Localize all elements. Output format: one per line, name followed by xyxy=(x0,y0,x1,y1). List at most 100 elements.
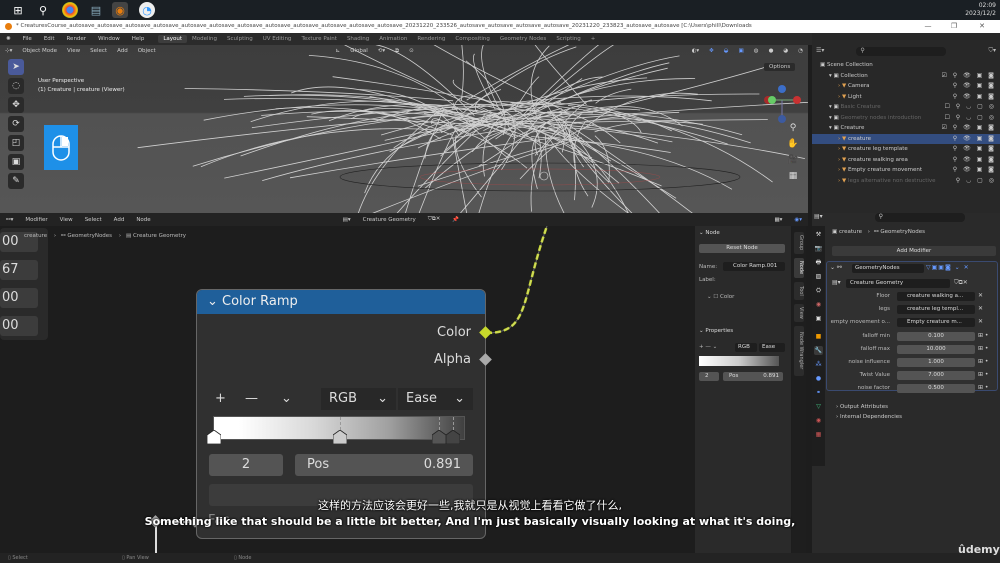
visibility-icon[interactable]: ◐▾ xyxy=(687,48,705,54)
node-group-actions[interactable]: ⛉⧉✕ xyxy=(954,279,968,287)
visibility-toggles[interactable]: ⚲ 👁 ▣ ◙ xyxy=(953,165,996,176)
world-tab-icon[interactable]: ◉ xyxy=(814,300,823,309)
close-button[interactable]: ✕ xyxy=(970,20,994,33)
properties-editor-type-icon[interactable]: ▤▾ xyxy=(814,213,823,220)
rotate-tool-icon[interactable]: ⟳ xyxy=(8,116,24,132)
number-field[interactable]: 0.500 xyxy=(897,384,975,393)
shading-rendered-icon[interactable]: ◔ xyxy=(793,48,808,54)
ramp-menu-button[interactable]: ⌄ xyxy=(281,388,292,410)
maximize-button[interactable]: ❐ xyxy=(942,20,966,33)
texture-tab-icon[interactable]: ▦ xyxy=(814,430,823,439)
transform-orientation-icon[interactable]: ⊾ xyxy=(331,48,346,54)
number-field[interactable]: 7.000 xyxy=(897,371,975,380)
scene-tab-icon[interactable]: ⛭ xyxy=(814,286,823,295)
xray-toggle-icon[interactable]: ▣ xyxy=(734,48,749,54)
node-header[interactable]: ⌄ Color Ramp xyxy=(197,290,485,314)
outliner-row[interactable]: ▾ ▣ Geometry nodes introduction ☐ ⚲ ◡ ▢ ◎ xyxy=(812,113,1000,124)
outliner-row[interactable]: › ▼ Empty creature movement ⚲ 👁 ▣ ◙ xyxy=(812,165,1000,176)
collapse-chevron-icon[interactable]: ⌄ xyxy=(207,294,222,309)
node-menu-add[interactable]: Add xyxy=(108,217,131,223)
perspective-toggle-icon[interactable]: ▦ xyxy=(786,169,800,183)
workspace-tab-layout[interactable]: Layout xyxy=(158,35,188,43)
clear-icon[interactable]: ✕ xyxy=(978,292,983,299)
camera-view-icon[interactable]: 🎥 xyxy=(786,153,800,167)
add-stop-button[interactable]: + xyxy=(215,388,226,410)
active-stop-index-field[interactable]: 2 xyxy=(209,454,283,476)
outliner-row[interactable]: › ▼ creature leg template ⚲ 👁 ▣ ◙ xyxy=(812,144,1000,155)
outliner-row[interactable]: › ▼ Light ⚲ 👁 ▣ ◙ xyxy=(812,92,1000,103)
interpolation-dropdown[interactable]: Ease ⌄ xyxy=(398,388,473,410)
workspace-tab-geometry-nodes[interactable]: Geometry Nodes xyxy=(495,36,551,42)
outliner-display-mode-icon[interactable]: ☰▾ xyxy=(816,47,824,54)
outliner-row[interactable]: ▾ ▣ Creature ☑ ⚲ 👁 ▣ ◙ xyxy=(812,123,1000,134)
viewport-menu-add[interactable]: Add xyxy=(112,48,133,54)
add-modifier-button[interactable]: Add Modifier xyxy=(832,246,996,256)
particles-tab-icon[interactable]: ⁂ xyxy=(814,360,823,369)
annotate-tool-icon[interactable]: ✎ xyxy=(8,173,24,189)
chrome-icon[interactable] xyxy=(62,2,78,18)
color-stop-handle[interactable] xyxy=(206,429,222,445)
shading-material-icon[interactable]: ◕ xyxy=(778,48,793,54)
pivot-icon[interactable]: ⟲▾ xyxy=(373,48,390,54)
outliner-row[interactable]: ▾ ▣ Basic Creature ☐ ⚲ ◡ ▢ ◎ xyxy=(812,102,1000,113)
properties-search-input[interactable]: ⚲ xyxy=(874,213,965,222)
tab-node[interactable]: Node xyxy=(794,258,804,278)
color-ramp-gradient[interactable] xyxy=(206,416,465,445)
workspace-tab-modeling[interactable]: Modeling xyxy=(187,36,222,42)
blender-icon[interactable]: ◉ xyxy=(112,2,128,18)
outliner-row[interactable]: ▾ ▣ Collection ☑ ⚲ 👁 ▣ ◙ xyxy=(812,71,1000,82)
value-field[interactable]: 00 xyxy=(0,316,38,336)
attribute-toggle-icon[interactable]: ⊞ • xyxy=(978,384,988,391)
overlay-icon[interactable]: ▦▾ xyxy=(768,217,788,223)
pin-icon[interactable]: 📌 xyxy=(446,217,465,223)
move-tool-icon[interactable]: ✥ xyxy=(8,97,24,113)
options-dropdown[interactable]: Options xyxy=(764,63,796,71)
menu-file[interactable]: File xyxy=(17,36,38,42)
number-field[interactable]: 10.000 xyxy=(897,345,975,354)
node-group-selector[interactable]: Creature Geometry xyxy=(846,279,950,288)
object-picker-field[interactable]: Empty creature m... xyxy=(897,318,975,327)
viewport-menu-select[interactable]: Select xyxy=(85,48,112,54)
windows-start-icon[interactable]: ⊞ xyxy=(10,2,26,18)
menu-window[interactable]: Window xyxy=(92,36,126,42)
outliner-search-input[interactable]: ⚲ xyxy=(856,47,947,56)
attribute-toggle-icon[interactable]: ⊞ • xyxy=(978,345,988,352)
node-menu-node[interactable]: Node xyxy=(130,217,156,223)
reset-node-button[interactable]: Reset Node xyxy=(699,244,785,253)
outliner-row[interactable]: › ▼ creature walking area ⚲ 👁 ▣ ◙ xyxy=(812,155,1000,166)
outliner-row[interactable]: › ▼ creature ⚲ 👁 ▣ ◙ xyxy=(812,133,1000,145)
tab-tool[interactable]: Tool xyxy=(794,282,804,300)
visibility-toggles[interactable]: ☑ ⚲ 👁 ▣ ◙ xyxy=(941,71,996,82)
tool-tab-icon[interactable]: ⚒ xyxy=(814,230,823,239)
tab-group[interactable]: Group xyxy=(794,232,804,254)
modifier-expand-icon[interactable]: ⌄ ⚯ xyxy=(830,264,842,271)
visibility-toggles[interactable]: ⚲ 👁 ▣ ◙ xyxy=(953,92,996,103)
number-field[interactable]: 0.100 xyxy=(897,332,975,341)
node-menu-view[interactable]: View xyxy=(54,217,79,223)
visibility-toggles[interactable]: ⚲ 👁 ▣ ◙ xyxy=(953,134,996,145)
np-color-ramp[interactable] xyxy=(699,356,779,366)
clear-icon[interactable]: ✕ xyxy=(978,318,983,325)
visibility-toggles[interactable]: ☐ ⚲ ◡ ▢ ◎ xyxy=(944,113,996,124)
minimize-button[interactable]: — xyxy=(916,20,940,33)
color-mode-dropdown[interactable]: RGB ⌄ xyxy=(321,388,396,410)
visibility-toggles[interactable]: ⚲ 👁 ▣ ◙ xyxy=(953,144,996,155)
color-stop-handle[interactable] xyxy=(445,429,461,445)
value-field[interactable]: 00 xyxy=(0,288,38,308)
object-picker-field[interactable]: creature walking a... xyxy=(897,292,975,301)
filter-icon[interactable]: ⛉▾ xyxy=(988,47,996,55)
value-field[interactable]: 67 xyxy=(0,260,38,280)
file-explorer-icon[interactable]: ▤ xyxy=(88,2,104,18)
node-editor-type-icon[interactable]: ⚯▾ xyxy=(0,217,19,223)
scale-tool-icon[interactable]: ◰ xyxy=(8,135,24,151)
editor-context-selector[interactable]: Modifier xyxy=(19,217,53,223)
outliner-row[interactable]: ▣ Scene Collection xyxy=(812,60,1000,71)
np-index-field[interactable]: 2 xyxy=(699,372,719,381)
constraints-tab-icon[interactable]: ⚭ xyxy=(814,388,823,397)
node-name-input[interactable]: Color Ramp.001 xyxy=(723,262,785,271)
visibility-toggles[interactable]: ☑ ⚲ 👁 ▣ ◙ xyxy=(941,123,996,134)
np-color-mode-dropdown[interactable]: RGB xyxy=(735,343,757,352)
view-layer-tab-icon[interactable]: ▨ xyxy=(814,272,823,281)
shading-solid-icon[interactable]: ● xyxy=(764,48,779,54)
remove-stop-button[interactable]: — xyxy=(245,388,258,410)
